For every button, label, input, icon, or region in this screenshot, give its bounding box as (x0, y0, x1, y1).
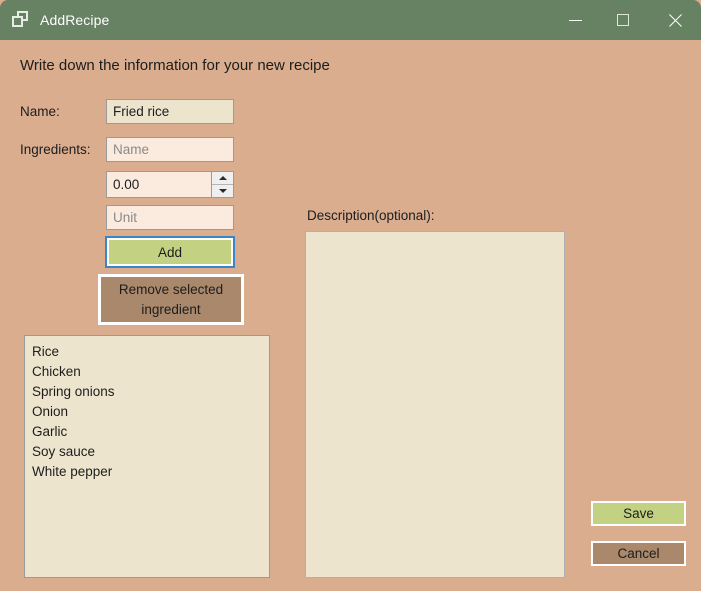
add-ingredient-button[interactable]: Add (105, 236, 235, 268)
stepper-arrows (211, 172, 233, 197)
list-item[interactable]: Soy sauce (25, 442, 269, 462)
chevron-up-icon (218, 176, 227, 180)
window-stack-icon (12, 11, 30, 29)
window-title: AddRecipe (40, 12, 110, 28)
list-item[interactable]: White pepper (25, 462, 269, 482)
ingredient-name-input[interactable]: Name (106, 137, 234, 162)
minimize-icon (568, 19, 582, 21)
save-button[interactable]: Save (591, 501, 686, 526)
stepper-decrement-button[interactable] (212, 185, 233, 197)
list-item[interactable]: Garlic (25, 422, 269, 442)
list-item[interactable]: Chicken (25, 362, 269, 382)
window-titlebar: AddRecipe (0, 0, 701, 40)
page-heading: Write down the information for your new … (20, 57, 330, 74)
remove-selected-ingredient-button[interactable]: Remove selected ingredient (98, 274, 244, 325)
ingredient-unit-input[interactable]: Unit (106, 205, 234, 230)
list-item[interactable]: Onion (25, 402, 269, 422)
description-label: Description(optional): (307, 208, 435, 223)
name-label: Name: (20, 104, 60, 119)
ingredients-label: Ingredients: (20, 142, 91, 157)
maximize-button[interactable] (599, 0, 647, 40)
window-controls (551, 0, 701, 40)
chevron-down-icon (218, 189, 227, 193)
stepper-increment-button[interactable] (212, 172, 233, 185)
description-textarea[interactable] (305, 231, 565, 578)
list-item[interactable]: Spring onions (25, 382, 269, 402)
cancel-button[interactable]: Cancel (591, 541, 686, 566)
minimize-button[interactable] (551, 0, 599, 40)
list-item[interactable]: Rice (25, 342, 269, 362)
recipe-name-input[interactable]: Fried rice (106, 99, 234, 124)
close-icon (667, 13, 682, 28)
close-button[interactable] (647, 0, 701, 40)
ingredient-quantity-stepper[interactable]: 0.00 (106, 171, 234, 198)
ingredient-quantity-input[interactable]: 0.00 (107, 177, 211, 192)
ingredient-list[interactable]: Rice Chicken Spring onions Onion Garlic … (24, 335, 270, 578)
maximize-icon (617, 14, 629, 26)
